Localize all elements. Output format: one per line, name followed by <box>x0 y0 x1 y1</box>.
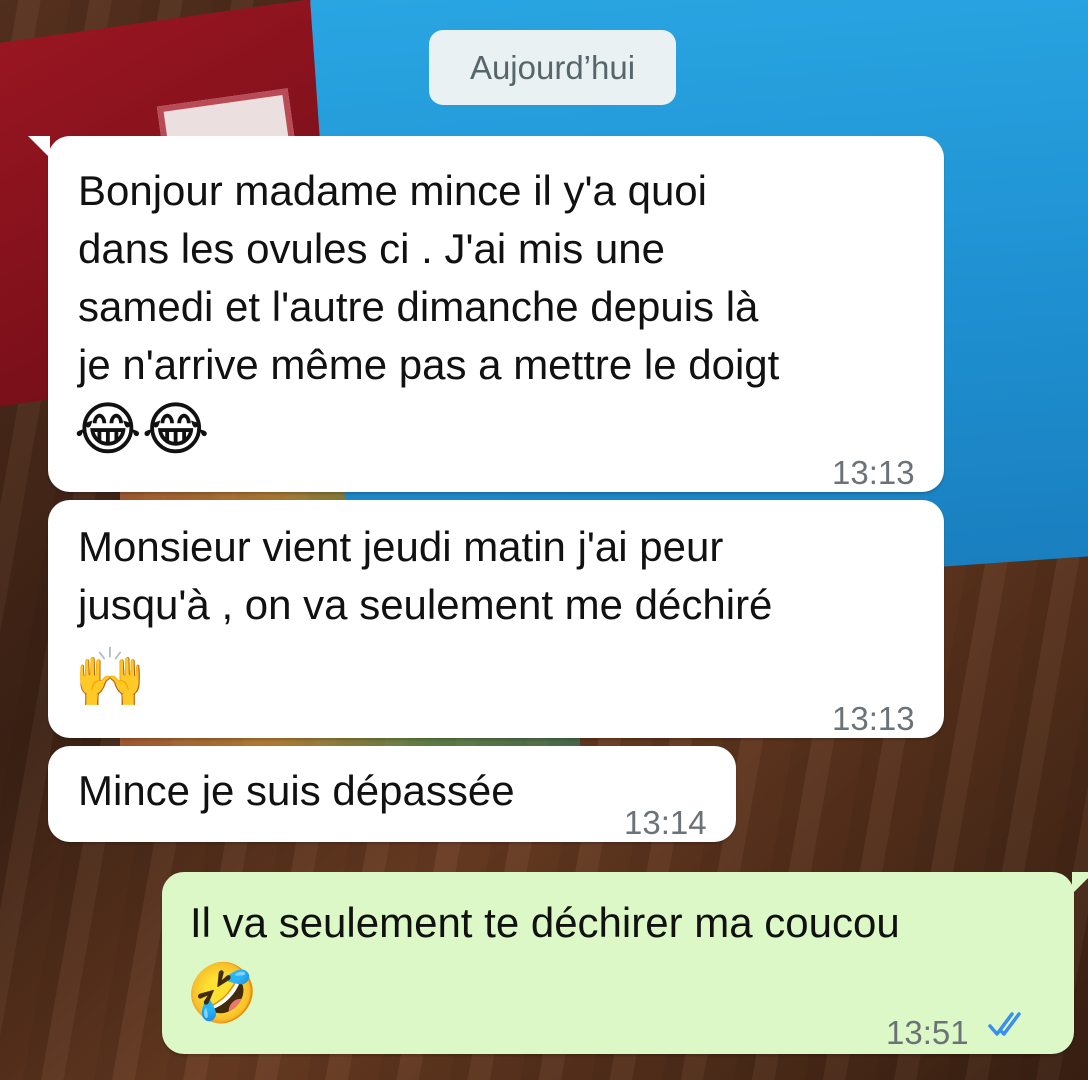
message-text: Bonjour madame mince il y'a quoi dans le… <box>78 167 780 388</box>
message-text: Monsieur vient jeudi matin j'ai peur jus… <box>78 523 773 628</box>
rolling-laughing-emoji: 🤣 <box>186 959 259 1027</box>
message-timestamp: 13:51 <box>886 1014 969 1051</box>
message-bubble-outgoing[interactable]: Il va seulement te déchirer ma coucou 🤣 … <box>162 872 1088 1054</box>
message-bubble-incoming[interactable]: Mince je suis dépassée 13:14 <box>48 746 736 842</box>
double-check-icon <box>988 1012 1021 1036</box>
laughing-tears-emoji: 😂😂 <box>74 395 210 463</box>
message-bubble-incoming[interactable]: Monsieur vient jeudi matin j'ai peur jus… <box>48 500 944 738</box>
date-separator: Aujourd’hui <box>429 30 676 105</box>
message-text: Il va seulement te déchirer ma coucou <box>190 899 900 946</box>
message-timestamp: 13:13 <box>832 454 915 491</box>
raising-hands-emoji: 🙌 <box>74 643 147 711</box>
message-bubble-incoming[interactable]: Bonjour madame mince il y'a quoi dans le… <box>28 136 944 492</box>
message-timestamp: 13:13 <box>832 700 915 737</box>
date-label: Aujourd’hui <box>469 48 636 86</box>
message-text: Mince je suis dépassée <box>78 767 515 814</box>
message-timestamp: 13:14 <box>624 804 707 841</box>
